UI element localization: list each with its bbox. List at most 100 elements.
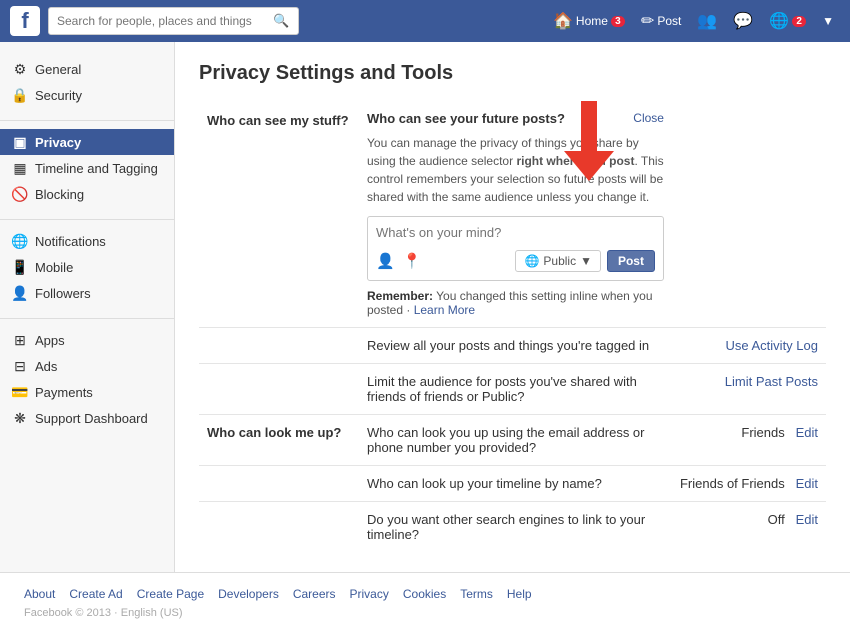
footer-privacy[interactable]: Privacy	[350, 587, 389, 601]
footer-about[interactable]: About	[24, 587, 55, 601]
post-box-footer: 👤 📍 🌐 Public ▼ Post	[376, 250, 655, 272]
apps-icon: ⊞	[12, 332, 28, 348]
globe-badge: 2	[792, 16, 806, 27]
sidebar: ⚙ General 🔒 Security ▣ Privacy ▦ Timelin…	[0, 42, 175, 572]
footer-developers[interactable]: Developers	[218, 587, 279, 601]
public-button[interactable]: 🌐 Public ▼	[515, 250, 601, 272]
privacy-icon: ▣	[12, 134, 28, 150]
post-box: 👤 📍 🌐 Public ▼ Post	[367, 216, 664, 281]
sidebar-item-followers[interactable]: 👤 Followers	[0, 280, 174, 306]
remember-text: Remember: You changed this setting inlin…	[367, 289, 664, 317]
row-lookup2: Who can look up your timeline by name? F…	[199, 466, 826, 502]
settings-table: Who can see my stuff? Who can see your f…	[199, 101, 826, 552]
post-input[interactable]	[376, 225, 655, 240]
timeline-icon: ▦	[12, 160, 28, 176]
content-area: Privacy Settings and Tools Who can see m…	[175, 42, 850, 572]
blocking-icon: 🚫	[12, 186, 28, 202]
globe-nav-item[interactable]: 🌐 2	[763, 7, 812, 35]
messages-icon: 💬	[733, 11, 753, 31]
future-posts-description: You can manage the privacy of things you…	[367, 134, 664, 206]
sidebar-section-notifications: 🌐 Notifications 📱 Mobile 👤 Followers	[0, 228, 174, 306]
row-limit-desc: Limit the audience for posts you've shar…	[359, 364, 672, 415]
footer-terms[interactable]: Terms	[460, 587, 493, 601]
home-badge: 3	[611, 16, 625, 27]
globe-small-icon: 🌐	[524, 254, 539, 268]
dropdown-chevron-icon: ▼	[580, 254, 592, 268]
section-who-can-see: Who can see my stuff? Who can see your f…	[199, 101, 826, 328]
post-button[interactable]: Post	[607, 250, 655, 272]
ads-icon: ⊟	[12, 358, 28, 374]
home-icon: 🏠	[553, 11, 573, 31]
search-input[interactable]	[57, 14, 273, 28]
friends-nav-item[interactable]: 👥	[691, 7, 723, 35]
footer-cookies[interactable]: Cookies	[403, 587, 446, 601]
section-label-lookup: Who can look me up?	[199, 415, 359, 466]
lookup-row3-edit[interactable]: Edit	[796, 512, 818, 527]
sidebar-item-privacy[interactable]: ▣ Privacy	[0, 129, 174, 155]
section-lookup: Who can look me up? Who can look you up …	[199, 415, 826, 466]
facebook-logo: f	[10, 6, 40, 36]
lookup-row3-value: Off	[768, 512, 785, 527]
sidebar-item-timeline[interactable]: ▦ Timeline and Tagging	[0, 155, 174, 181]
payments-icon: 💳	[12, 384, 28, 400]
sidebar-item-notifications[interactable]: 🌐 Notifications	[0, 228, 174, 254]
lookup-row1-desc: Who can look you up using the email addr…	[359, 415, 672, 466]
sidebar-item-mobile[interactable]: 📱 Mobile	[0, 254, 174, 280]
lookup-row2-edit[interactable]: Edit	[796, 476, 818, 491]
footer-create-page[interactable]: Create Page	[137, 587, 204, 601]
limit-past-posts-link[interactable]: Limit Past Posts	[725, 374, 818, 389]
sidebar-item-blocking[interactable]: 🚫 Blocking	[0, 181, 174, 207]
learn-more-link[interactable]: Learn More	[414, 303, 475, 317]
messages-nav-item[interactable]: 💬	[727, 7, 759, 35]
post-box-icons: 👤 📍	[376, 252, 421, 270]
search-bar[interactable]: 🔍	[48, 7, 299, 35]
row-review-action: Use Activity Log	[672, 328, 826, 364]
lookup-row1-edit[interactable]: Edit	[796, 425, 818, 440]
lock-icon: 🔒	[12, 87, 28, 103]
person-icon: 👤	[376, 252, 395, 270]
row-review-posts: Review all your posts and things you're …	[199, 328, 826, 364]
sidebar-item-support[interactable]: ❋ Support Dashboard	[0, 405, 174, 431]
lookup-row1-action: Friends Edit	[672, 415, 826, 466]
top-navigation: f 🔍 🏠 Home 3 ✏ Post 👥 💬 🌐 2 ▼	[0, 0, 850, 42]
activity-log-link[interactable]: Use Activity Log	[726, 338, 819, 353]
location-icon: 📍	[403, 252, 422, 270]
gear-icon: ⚙	[12, 61, 28, 77]
sidebar-section-account: ⚙ General 🔒 Security	[0, 56, 174, 108]
nav-icons: 🏠 Home 3 ✏ Post 👥 💬 🌐 2 ▼	[547, 7, 840, 35]
globe-icon: 🌐	[769, 11, 789, 31]
lookup-row2-desc: Who can look up your timeline by name?	[359, 466, 672, 502]
followers-icon: 👤	[12, 285, 28, 301]
footer-careers[interactable]: Careers	[293, 587, 336, 601]
lookup-row3-action: Off Edit	[672, 502, 826, 553]
dropdown-icon: ▼	[822, 14, 834, 28]
arrow-down-container	[564, 101, 614, 184]
sidebar-item-security[interactable]: 🔒 Security	[0, 82, 174, 108]
main-layout: ⚙ General 🔒 Security ▣ Privacy ▦ Timelin…	[0, 42, 850, 572]
post-nav-item[interactable]: ✏ Post	[635, 7, 687, 35]
search-button[interactable]: 🔍	[273, 13, 289, 29]
arrow-down-icon	[564, 101, 614, 181]
close-link[interactable]: Close	[633, 111, 664, 125]
sidebar-item-payments[interactable]: 💳 Payments	[0, 379, 174, 405]
sidebar-item-general[interactable]: ⚙ General	[0, 56, 174, 82]
home-nav-item[interactable]: 🏠 Home 3	[547, 7, 631, 35]
sidebar-section-apps: ⊞ Apps ⊟ Ads 💳 Payments ❋ Support Dashbo…	[0, 327, 174, 431]
footer-help[interactable]: Help	[507, 587, 532, 601]
future-posts-title: Who can see your future posts?	[367, 111, 565, 126]
future-posts-header: Who can see your future posts? Close	[367, 111, 664, 126]
notifications-icon: 🌐	[12, 233, 28, 249]
footer-create-ad[interactable]: Create Ad	[69, 587, 122, 601]
lookup-row2-action: Friends of Friends Edit	[672, 466, 826, 502]
row-review-desc: Review all your posts and things you're …	[359, 328, 672, 364]
future-posts-action-cell	[672, 101, 826, 328]
row-limit-audience: Limit the audience for posts you've shar…	[199, 364, 826, 415]
post-icon: ✏	[641, 11, 654, 31]
sidebar-item-apps[interactable]: ⊞ Apps	[0, 327, 174, 353]
friends-icon: 👥	[697, 11, 717, 31]
lookup-row3-desc: Do you want other search engines to link…	[359, 502, 672, 553]
future-posts-outer: Who can see your future posts? Close You…	[367, 111, 664, 317]
dropdown-nav-item[interactable]: ▼	[816, 10, 840, 32]
row-limit-action: Limit Past Posts	[672, 364, 826, 415]
sidebar-item-ads[interactable]: ⊟ Ads	[0, 353, 174, 379]
